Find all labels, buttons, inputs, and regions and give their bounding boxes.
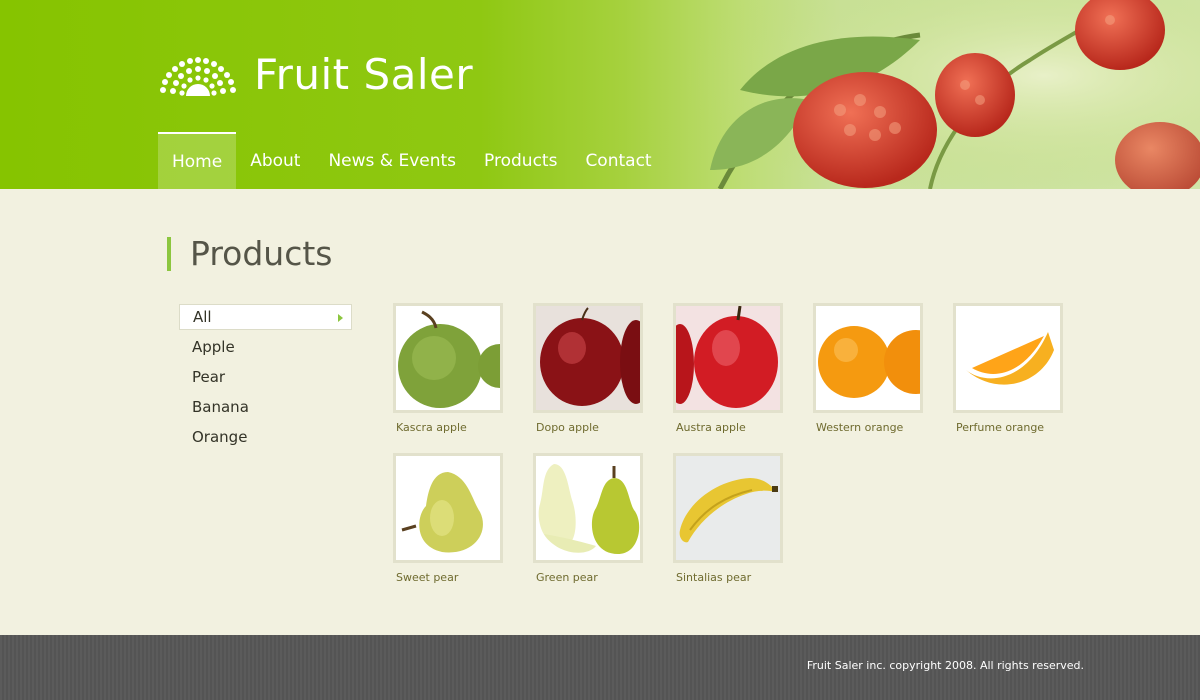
category-orange[interactable]: Orange xyxy=(179,424,352,454)
product-thumbnail[interactable] xyxy=(673,303,783,413)
product-name[interactable]: Austra apple xyxy=(673,421,783,434)
product-card: Sintalias pear xyxy=(673,453,783,584)
site-header: Fruit Saler Home About News & Events Pro… xyxy=(0,0,1200,189)
product-card: Kascra apple xyxy=(393,303,503,434)
category-all[interactable]: All xyxy=(179,304,352,330)
page-title-block: Products xyxy=(167,237,333,271)
product-card: Dopo apple xyxy=(533,303,643,434)
dark-red-apple-image xyxy=(536,306,640,410)
green-apple-image xyxy=(396,306,500,410)
arrow-right-icon xyxy=(338,314,343,322)
green-pear-halves-image xyxy=(536,456,640,560)
main-nav: Home About News & Events Products Contac… xyxy=(158,132,666,189)
nav-about[interactable]: About xyxy=(236,132,314,189)
product-card: Sweet pear xyxy=(393,453,503,584)
product-name[interactable]: Perfume orange xyxy=(953,421,1063,434)
copyright-text: Fruit Saler inc. copyright 2008. All rig… xyxy=(806,659,1084,672)
category-banana[interactable]: Banana xyxy=(179,394,352,424)
product-thumbnail[interactable] xyxy=(673,453,783,563)
red-apple-image xyxy=(676,306,780,410)
product-name[interactable]: Dopo apple xyxy=(533,421,643,434)
product-name[interactable]: Kascra apple xyxy=(393,421,503,434)
site-footer: Fruit Saler inc. copyright 2008. All rig… xyxy=(0,635,1200,700)
product-card: Western orange xyxy=(813,303,923,434)
product-name[interactable]: Sweet pear xyxy=(393,571,503,584)
banana-image xyxy=(676,456,780,560)
product-name[interactable]: Western orange xyxy=(813,421,923,434)
orange-image xyxy=(816,306,920,410)
orange-slice-image xyxy=(956,306,1060,410)
pear-image xyxy=(396,456,500,560)
category-apple[interactable]: Apple xyxy=(179,334,352,364)
product-card: Green pear xyxy=(533,453,643,584)
product-thumbnail[interactable] xyxy=(533,453,643,563)
category-sidebar: All Apple Pear Banana Orange xyxy=(179,304,352,454)
product-thumbnail[interactable] xyxy=(813,303,923,413)
product-card: Perfume orange xyxy=(953,303,1063,434)
category-pear[interactable]: Pear xyxy=(179,364,352,394)
nav-contact[interactable]: Contact xyxy=(571,132,665,189)
nav-news-events[interactable]: News & Events xyxy=(314,132,470,189)
product-thumbnail[interactable] xyxy=(393,303,503,413)
sunburst-logo-icon xyxy=(160,56,236,96)
product-name[interactable]: Sintalias pear xyxy=(673,571,783,584)
product-thumbnail[interactable] xyxy=(953,303,1063,413)
raspberry-banner-image xyxy=(680,0,1200,189)
nav-products[interactable]: Products xyxy=(470,132,571,189)
product-card: Austra apple xyxy=(673,303,783,434)
page-title: Products xyxy=(190,234,333,273)
brand-name: Fruit Saler xyxy=(254,50,474,99)
nav-home[interactable]: Home xyxy=(158,132,237,189)
product-thumbnail[interactable] xyxy=(393,453,503,563)
product-thumbnail[interactable] xyxy=(533,303,643,413)
category-label: All xyxy=(193,308,212,326)
product-name[interactable]: Green pear xyxy=(533,571,643,584)
site-logo[interactable]: Fruit Saler xyxy=(160,50,473,99)
